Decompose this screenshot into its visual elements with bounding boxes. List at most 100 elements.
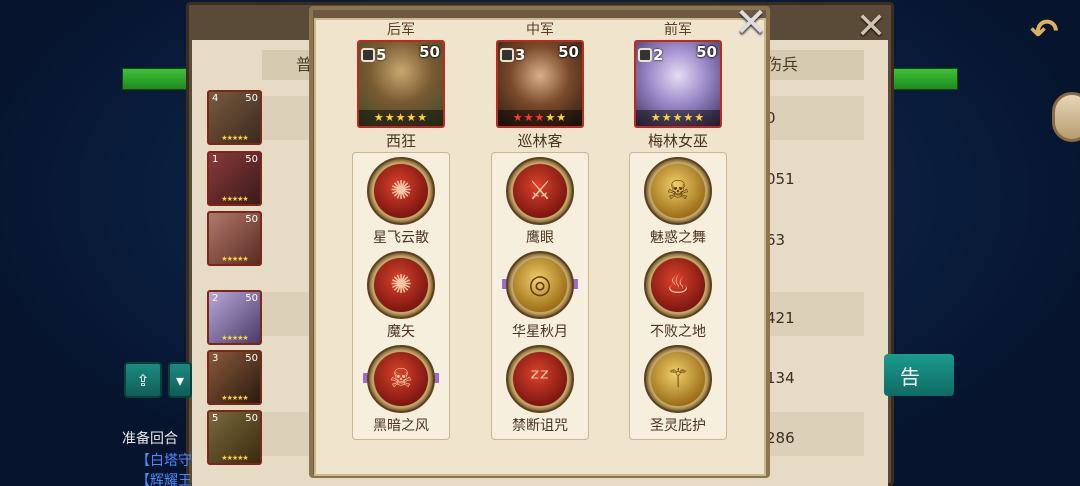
- mini-hero-rank: 3: [212, 353, 219, 364]
- mini-hero-rank: 4: [212, 93, 219, 104]
- skull-icon: ☠: [651, 164, 705, 218]
- skill-name: 禁断诅咒: [512, 418, 568, 434]
- skill-slot[interactable]: ⚔ 鹰眼: [492, 153, 588, 247]
- star-rating-icon: ★★★★★: [221, 255, 248, 263]
- mini-hero-rank: 5: [212, 413, 219, 424]
- hero-rank: 2: [653, 46, 664, 64]
- skill-icon-frame: ᶻᶻ: [506, 345, 574, 413]
- skill-slot[interactable]: ᶻᶻ 禁断诅咒: [492, 341, 588, 435]
- hp-bar-right: [888, 68, 958, 90]
- mini-hero-portrait[interactable]: 1 50 ★★★★★: [207, 151, 262, 206]
- troop-rank-badge: 5: [361, 44, 387, 66]
- report-button[interactable]: 告: [884, 354, 954, 396]
- hero-name: 梅林女巫: [647, 132, 708, 150]
- star-rating-icon: ★★★★★: [221, 454, 248, 462]
- star-rating-icon: ★★★★★: [359, 110, 443, 126]
- skill-slot[interactable]: ☠ 黑暗之风: [353, 341, 449, 435]
- skill-icon-frame: ✺: [367, 157, 435, 225]
- report-column-header-left: 普: [262, 50, 312, 80]
- mini-hero-rank: 2: [212, 293, 219, 304]
- skill-icon-frame: ⚔: [506, 157, 574, 225]
- share-icon: ⇪: [136, 370, 150, 390]
- shield-icon: [638, 48, 652, 62]
- star-rating-icon: ★★★★★: [221, 134, 248, 142]
- crossed-blades-icon: ⚔: [513, 164, 567, 218]
- mini-hero-portrait[interactable]: 5 50 ★★★★★: [207, 410, 262, 465]
- row-label: 后军: [387, 22, 415, 38]
- popup-close-icon[interactable]: ✕: [732, 3, 770, 43]
- mini-hero-level: 50: [245, 293, 258, 304]
- hero-rank: 3: [515, 46, 526, 64]
- skill-icon-frame: ✺: [367, 251, 435, 319]
- mini-hero-portrait[interactable]: 2 50 ★★★★★: [207, 290, 262, 345]
- mini-hero-level: 50: [245, 353, 258, 364]
- target-icon: ◎: [513, 258, 567, 312]
- skill-name: 魔矢: [387, 324, 415, 340]
- star-rating-icon: ★★★★★: [636, 110, 720, 126]
- hero-level: 50: [419, 43, 440, 61]
- skill-slot[interactable]: ✺ 魔矢: [353, 247, 449, 341]
- skill-icon-frame: ♨: [644, 251, 712, 319]
- side-menu-token[interactable]: [1052, 92, 1080, 142]
- damage-value: 0: [766, 109, 776, 127]
- mini-hero-portrait[interactable]: 50 ★★★★★: [207, 211, 262, 266]
- skill-slot[interactable]: ⚚ 圣灵庇护: [630, 341, 726, 435]
- mini-hero-portrait[interactable]: 4 50 ★★★★★: [207, 90, 262, 145]
- star-rating-icon: ★★★★★: [221, 394, 248, 402]
- skill-icon-frame: ⚚: [644, 345, 712, 413]
- skill-name: 鹰眼: [526, 230, 554, 246]
- report-column-header-right: 伤兵: [766, 50, 864, 80]
- hero-name: 西狂: [385, 132, 416, 150]
- lineup-column-rear: 后军 5 50 ★★★★★ 西狂 ✺ 星飞云散 ✺ 魔矢 ☠ 黑暗之风: [352, 20, 450, 440]
- skill-list: ✺ 星飞云散 ✺ 魔矢 ☠ 黑暗之风: [352, 152, 450, 440]
- skill-name: 魅惑之舞: [650, 230, 706, 246]
- troop-rank-badge: 3: [500, 44, 526, 66]
- row-label: 前军: [664, 22, 692, 38]
- hp-bar-left: [122, 68, 192, 90]
- skill-name: 华星秋月: [512, 324, 568, 340]
- hero-portrait[interactable]: 3 50 ★★★★★: [496, 40, 584, 128]
- star-rating-icon: ★★★★★: [498, 110, 582, 126]
- skill-icon-frame: ☠: [644, 157, 712, 225]
- skill-slot[interactable]: ♨ 不败之地: [630, 247, 726, 341]
- hero-portrait[interactable]: 5 50 ★★★★★: [357, 40, 445, 128]
- damage-value: 286: [766, 429, 795, 447]
- lineup-column-middle: 中军 3 50 ★★★★★ 巡林客 ⚔ 鹰眼 ◎ 华星秋月 ᶻᶻ 禁断诅咒: [491, 20, 589, 440]
- damage-value: 051: [766, 170, 795, 188]
- fire-claw-icon: ✺: [374, 164, 428, 218]
- damage-value: 421: [766, 309, 795, 327]
- battle-log-line[interactable]: 【白塔守: [136, 450, 192, 470]
- troop-type-icon: [500, 48, 514, 62]
- mini-hero-level: 50: [245, 93, 258, 104]
- skill-slot[interactable]: ◎ 华星秋月: [492, 247, 588, 341]
- axe-icon: ⚚: [651, 352, 705, 406]
- skill-name: 圣灵庇护: [650, 418, 706, 434]
- battle-log-line[interactable]: 【辉耀王: [136, 470, 192, 486]
- star-rating-icon: ★★★★★: [221, 195, 248, 203]
- flame-icon: ♨: [651, 258, 705, 312]
- damage-value: 134: [766, 369, 795, 387]
- skill-slot[interactable]: ☠ 魅惑之舞: [630, 153, 726, 247]
- hero-name: 巡林客: [517, 132, 563, 150]
- star-rating-icon: ★★★★★: [221, 334, 248, 342]
- filter-icon: ▾: [175, 370, 185, 390]
- hero-rank: 5: [376, 46, 387, 64]
- sleep-icon: ᶻᶻ: [513, 352, 567, 406]
- row-label: 中军: [526, 22, 554, 38]
- skill-list: ⚔ 鹰眼 ◎ 华星秋月 ᶻᶻ 禁断诅咒: [491, 152, 589, 440]
- share-button[interactable]: ⇪: [124, 362, 162, 398]
- hero-level: 50: [696, 43, 717, 61]
- filter-button[interactable]: ▾: [168, 362, 192, 398]
- troop-type-icon: [361, 48, 375, 62]
- mini-hero-level: 50: [245, 413, 258, 424]
- fire-claw-icon: ✺: [374, 258, 428, 312]
- lineup-column-front: 前军 2 50 ★★★★★ 梅林女巫 ☠ 魅惑之舞 ♨ 不败之地 ⚚ 圣灵庇护: [629, 20, 727, 440]
- skill-icon-frame: ◎: [506, 251, 574, 319]
- back-arrow-icon[interactable]: ↶: [1030, 12, 1070, 52]
- skill-slot[interactable]: ✺ 星飞云散: [353, 153, 449, 247]
- report-close-icon[interactable]: ✕: [856, 6, 886, 47]
- mini-hero-portrait[interactable]: 3 50 ★★★★★: [207, 350, 262, 405]
- hero-portrait[interactable]: 2 50 ★★★★★: [634, 40, 722, 128]
- mini-hero-level: 50: [245, 154, 258, 165]
- skill-list: ☠ 魅惑之舞 ♨ 不败之地 ⚚ 圣灵庇护: [629, 152, 727, 440]
